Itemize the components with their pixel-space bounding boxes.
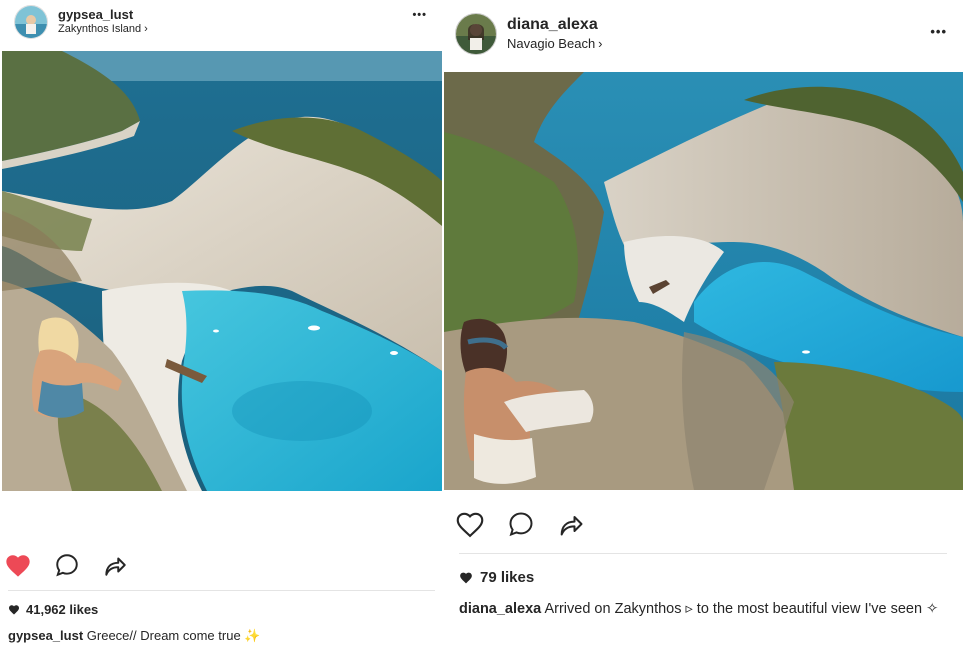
location-label: Navagio Beach	[507, 36, 596, 52]
likes-count[interactable]: 41,962 likes	[8, 602, 98, 617]
avatar[interactable]	[455, 13, 497, 55]
post-photo[interactable]	[444, 72, 963, 490]
share-icon[interactable]	[102, 552, 128, 578]
likes-label: 41,962 likes	[26, 602, 99, 617]
post-diana-alexa: diana_alexa Navagio Beach › ••• 79 likes…	[443, 0, 963, 650]
more-options-icon[interactable]: •••	[412, 9, 427, 21]
location-link[interactable]: Zakynthos Island ›	[58, 23, 148, 36]
location-link[interactable]: Navagio Beach ›	[507, 36, 603, 52]
separator	[8, 590, 435, 591]
post-header: gypsea_lust Zakynthos Island ›	[14, 5, 443, 39]
caption: diana_alexa Arrived on Zakynthos ▹ to th…	[459, 598, 949, 620]
heart-small-icon	[9, 605, 19, 615]
more-options-icon[interactable]: •••	[930, 24, 947, 39]
heart-icon[interactable]	[455, 510, 485, 538]
comment-icon[interactable]	[54, 552, 80, 578]
heart-icon[interactable]	[4, 552, 32, 578]
likes-label: 79 likes	[480, 569, 535, 586]
heart-small-icon	[460, 572, 472, 584]
action-bar	[455, 508, 585, 540]
likes-count[interactable]: 79 likes	[459, 569, 534, 586]
username[interactable]: gypsea_lust	[58, 7, 148, 23]
avatar[interactable]	[14, 5, 48, 39]
username[interactable]: diana_alexa	[507, 16, 603, 34]
caption-text: Arrived on Zakynthos ▹ to the most beaut…	[544, 601, 939, 617]
post-header: diana_alexa Navagio Beach ›	[455, 12, 963, 56]
post-photo[interactable]	[2, 51, 442, 491]
caption: gypsea_lust Greece// Dream come true ✨	[8, 628, 438, 644]
chevron-right-icon: ›	[144, 23, 148, 36]
post-gypsea-lust: gypsea_lust Zakynthos Island › ••• 41,96…	[0, 0, 443, 650]
chevron-right-icon: ›	[598, 36, 603, 52]
comment-icon[interactable]	[507, 510, 535, 538]
separator	[459, 553, 947, 554]
share-icon[interactable]	[557, 510, 585, 538]
caption-username[interactable]: gypsea_lust	[8, 628, 83, 643]
caption-username[interactable]: diana_alexa	[459, 601, 541, 617]
caption-text: Greece// Dream come true ✨	[86, 628, 261, 643]
location-label: Zakynthos Island	[58, 23, 142, 36]
action-bar	[4, 550, 128, 580]
